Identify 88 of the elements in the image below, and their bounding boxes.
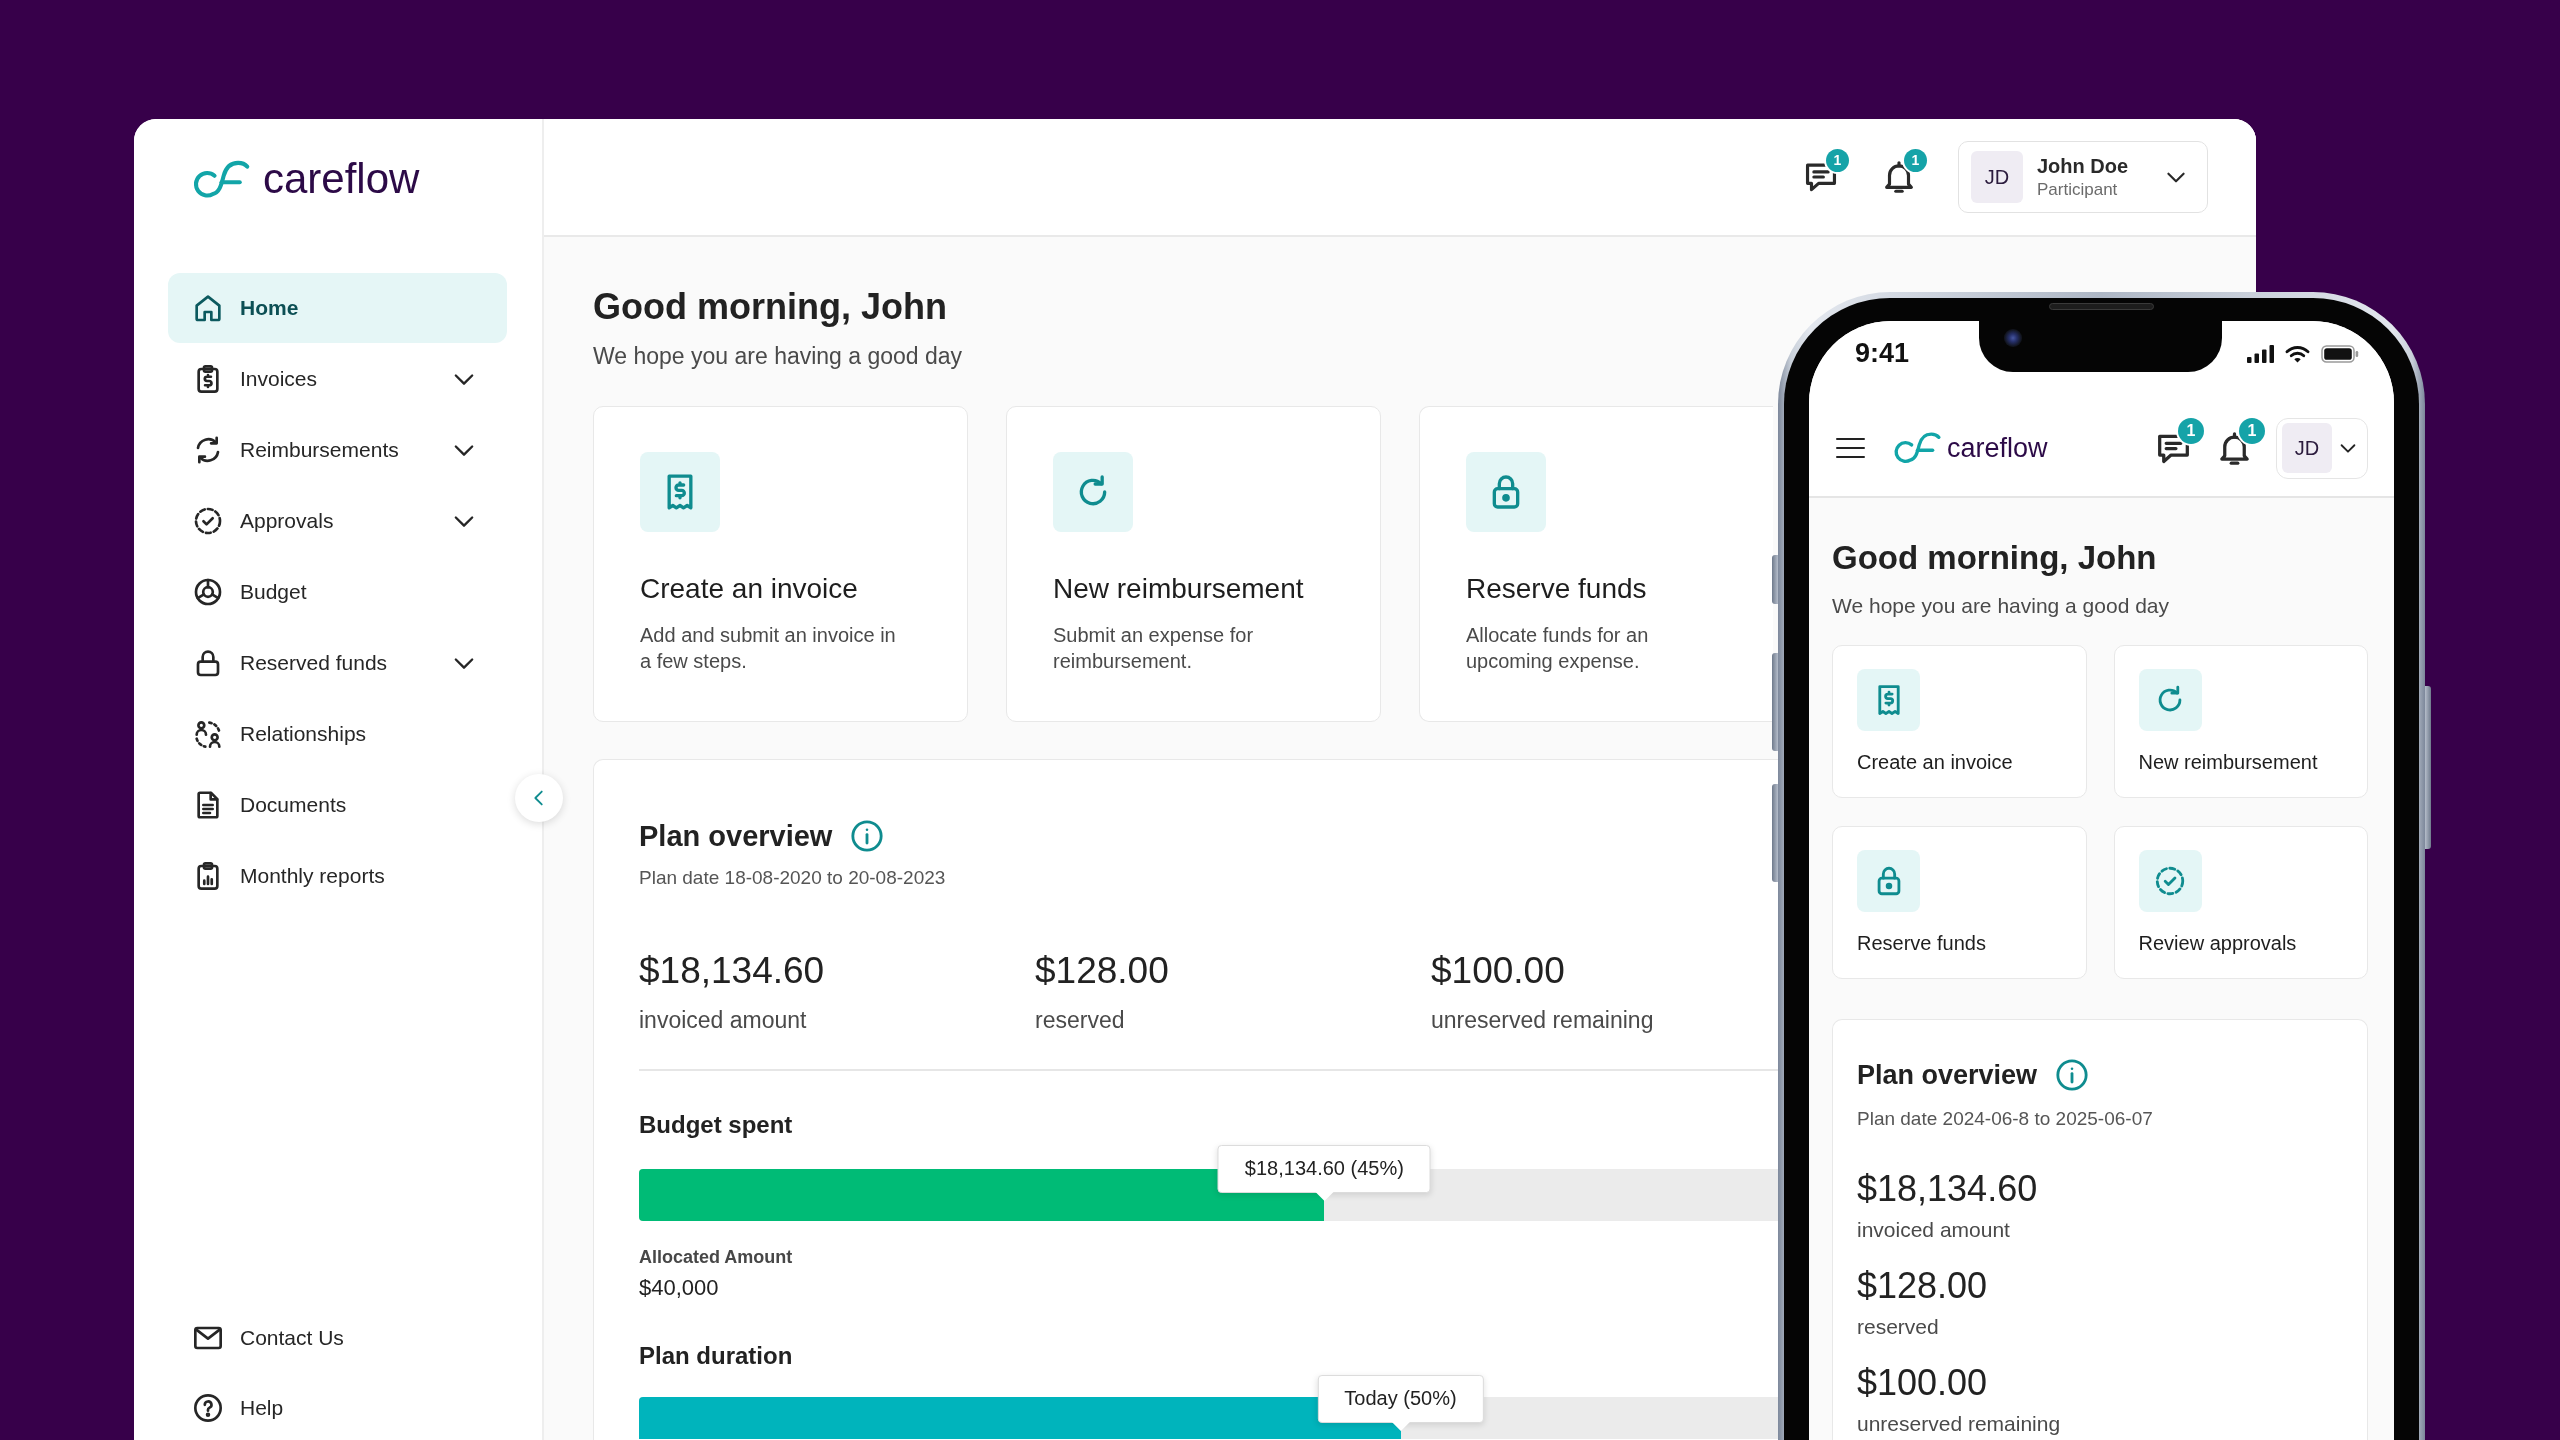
action-card[interactable]: New reimbursement Submit an expense for reimbursement. bbox=[1006, 406, 1381, 722]
logo-mark-icon bbox=[191, 158, 251, 200]
stat-value: $128.00 bbox=[1035, 949, 1169, 993]
card-title: Review approvals bbox=[2138, 931, 2297, 956]
greeting-title: Good morning, John bbox=[593, 285, 947, 329]
nav-item[interactable]: Home bbox=[168, 273, 507, 343]
card-title: New reimbursement bbox=[1053, 572, 1304, 606]
notification-count-badge: 1 bbox=[1904, 149, 1927, 172]
nav-item[interactable]: Relationships bbox=[168, 699, 507, 769]
action-card[interactable]: Reserve funds Allocate funds for an upcoming expense. bbox=[1419, 406, 1773, 722]
help-icon bbox=[192, 1392, 224, 1424]
action-card[interactable]: Create an invoice Add and submit an invoice in a few steps. bbox=[593, 406, 968, 722]
camera-lens-icon bbox=[2004, 329, 2022, 347]
nav-item[interactable]: Monthly reports bbox=[168, 841, 507, 911]
refresh-icon bbox=[1053, 452, 1133, 532]
logo-text: careflow bbox=[1947, 432, 2048, 464]
refresh-icon bbox=[2138, 669, 2202, 731]
section-heading: Plan duration bbox=[639, 1340, 793, 1371]
nav-item[interactable]: Documents bbox=[168, 770, 507, 840]
nav-item[interactable]: Invoices bbox=[168, 344, 507, 414]
allocated-label: Allocated Amount bbox=[639, 1245, 793, 1269]
phone-side-key bbox=[1772, 555, 1778, 604]
stat-value: $100.00 bbox=[1431, 949, 1565, 993]
lock-icon bbox=[1466, 452, 1546, 532]
section-title: Plan overview bbox=[639, 819, 833, 854]
card-description: Add and submit an invoice in a few steps. bbox=[640, 623, 897, 674]
logo-mark-icon bbox=[1892, 431, 1942, 465]
stat-label: unreserved remaining bbox=[1857, 1412, 2061, 1436]
action-card[interactable]: Reserve funds bbox=[1832, 826, 2087, 979]
section-title: Plan overview bbox=[1857, 1059, 2038, 1092]
donut-chart-icon bbox=[192, 576, 224, 608]
nav-item[interactable]: Budget bbox=[168, 557, 507, 627]
action-card[interactable]: Create an invoice bbox=[1832, 645, 2087, 798]
stat-value: $100.00 bbox=[1857, 1361, 1988, 1405]
stat-value: $18,134.60 bbox=[1857, 1167, 2038, 1211]
user-name: John Doe bbox=[2037, 154, 2129, 179]
stat-label: invoiced amount bbox=[1857, 1218, 2010, 1242]
action-card[interactable]: New reimbursement bbox=[2113, 645, 2368, 798]
user-menu-button[interactable]: JD bbox=[2276, 417, 2368, 479]
notification-count-badge: 1 bbox=[2239, 417, 2265, 444]
stat-label: reserved bbox=[1857, 1315, 1939, 1339]
nav-item[interactable]: Help bbox=[168, 1376, 507, 1440]
signal-icon bbox=[2247, 345, 2274, 363]
nav-item[interactable]: Contact Us bbox=[168, 1306, 507, 1370]
nav-item[interactable]: Reserved funds bbox=[168, 628, 507, 698]
user-menu-button[interactable]: JD John Doe Participant bbox=[1958, 141, 2208, 213]
receipt-icon bbox=[1857, 669, 1920, 731]
stat-value: $128.00 bbox=[1857, 1264, 1988, 1308]
card-title: Create an invoice bbox=[1857, 750, 2013, 775]
progress-tooltip: Today (50%) bbox=[1317, 1374, 1484, 1431]
user-avatar: JD bbox=[2282, 423, 2332, 473]
info-icon[interactable] bbox=[850, 819, 885, 853]
allocated-value: $40,000 bbox=[639, 1273, 719, 1302]
user-avatar: JD bbox=[1971, 151, 2023, 203]
battery-icon bbox=[2321, 345, 2359, 363]
message-count-badge: 1 bbox=[2178, 417, 2204, 444]
progress-tooltip: $18,134.60 (45%) bbox=[1217, 1144, 1431, 1201]
stat-label: invoiced amount bbox=[639, 1006, 807, 1035]
stat-label: reserved bbox=[1035, 1006, 1125, 1035]
section-heading: Budget spent bbox=[639, 1109, 793, 1140]
card-title: Create an invoice bbox=[640, 572, 858, 606]
house-icon bbox=[192, 292, 224, 324]
info-icon[interactable] bbox=[2055, 1058, 2090, 1092]
menu-icon[interactable] bbox=[1835, 436, 1866, 460]
card-title: New reimbursement bbox=[2138, 750, 2318, 775]
card-title: Reserve funds bbox=[1466, 572, 1647, 606]
status-time: 9:41 bbox=[1855, 338, 1910, 368]
card-description: Allocate funds for an upcoming expense. bbox=[1466, 623, 1650, 674]
message-count-badge: 1 bbox=[1826, 149, 1849, 172]
greeting-subtitle: We hope you are having a good day bbox=[1832, 593, 2170, 619]
stat-label: unreserved remaining bbox=[1431, 1006, 1654, 1035]
card-description: Submit an expense for reimbursement. bbox=[1053, 623, 1255, 674]
plan-date: Plan date 18-08-2020 to 20-08-2023 bbox=[639, 866, 946, 890]
action-card[interactable]: Review approvals bbox=[2113, 826, 2368, 979]
card-title: Reserve funds bbox=[1857, 931, 1986, 956]
people-icon bbox=[192, 718, 224, 750]
lock-icon bbox=[1857, 850, 1920, 912]
nav-item[interactable]: Reimbursements bbox=[168, 415, 507, 485]
logo-text: careflow bbox=[263, 155, 420, 203]
plan-date: Plan date 2024-06-8 to 2025-06-07 bbox=[1857, 1107, 2153, 1131]
greeting-subtitle: We hope you are having a good day bbox=[593, 342, 963, 370]
user-role: Participant bbox=[2037, 179, 2118, 201]
stat-value: $18,134.60 bbox=[639, 949, 825, 993]
wifi-icon bbox=[2285, 345, 2310, 363]
greeting-title: Good morning, John bbox=[1832, 538, 2157, 578]
nav-item[interactable]: Approvals bbox=[168, 486, 507, 556]
receipt-icon bbox=[640, 452, 720, 532]
dashed-check-circle-icon bbox=[192, 505, 224, 537]
